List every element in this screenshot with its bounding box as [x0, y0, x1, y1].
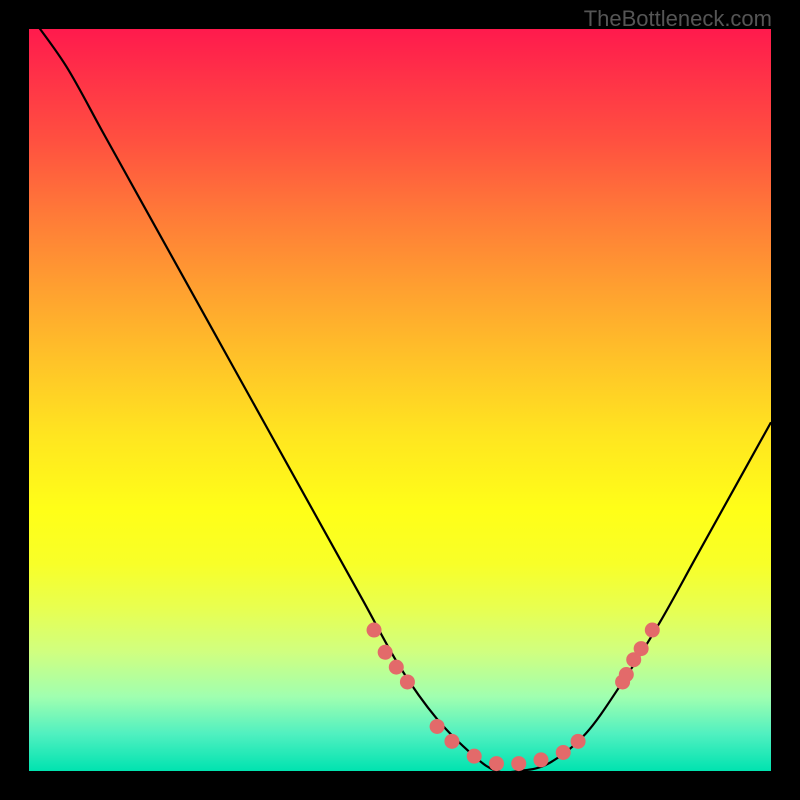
data-point: [571, 734, 586, 749]
data-point: [645, 623, 660, 638]
data-point: [430, 719, 445, 734]
data-point: [489, 756, 504, 771]
data-point: [619, 667, 634, 682]
data-point: [533, 752, 548, 767]
watermark-text: TheBottleneck.com: [584, 6, 772, 32]
data-point: [400, 674, 415, 689]
data-point: [367, 623, 382, 638]
bottleneck-curve: [29, 14, 771, 772]
data-point: [556, 745, 571, 760]
data-point: [511, 756, 526, 771]
data-point: [444, 734, 459, 749]
data-point: [467, 749, 482, 764]
data-points: [367, 623, 660, 772]
data-point: [378, 645, 393, 660]
data-point: [389, 660, 404, 675]
data-point: [634, 641, 649, 656]
chart-svg: [29, 29, 771, 771]
